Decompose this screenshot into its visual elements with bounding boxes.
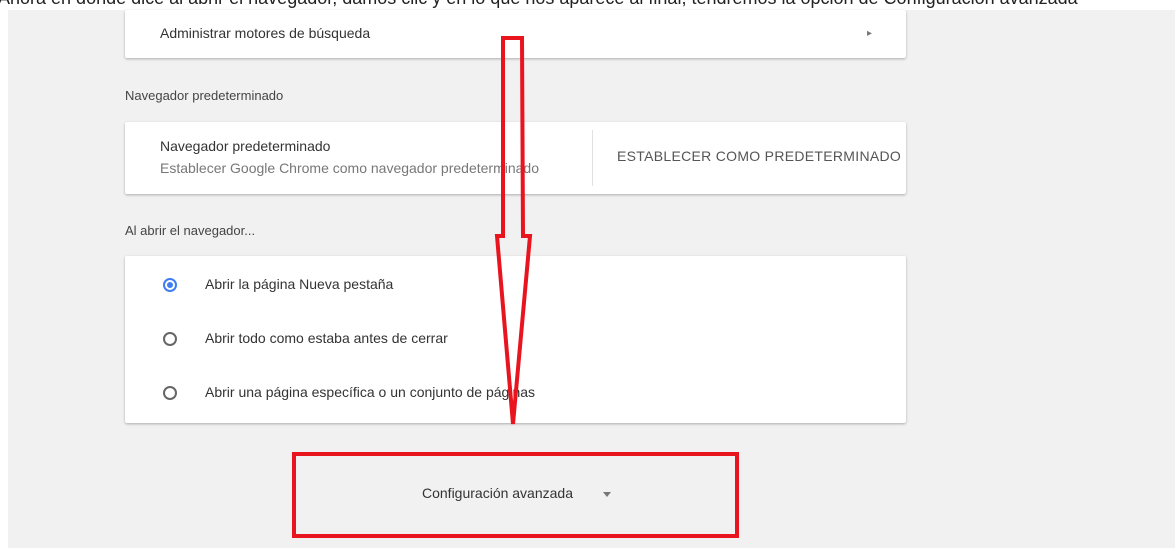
advanced-settings-label: Configuración avanzada — [422, 485, 573, 501]
chevron-right-icon: ▸ — [867, 28, 873, 39]
radio-new-tab[interactable] — [163, 278, 177, 292]
advanced-settings-toggle[interactable]: Configuración avanzada — [292, 452, 739, 538]
default-browser-card: Navegador predeterminado Establecer Goog… — [125, 122, 906, 194]
manage-search-engines-row[interactable]: Administrar motores de búsqueda ▸ — [125, 10, 906, 58]
default-browser-secondary: Establecer Google Chrome como navegador … — [160, 160, 539, 176]
default-browser-section-title: Navegador predeterminado — [125, 88, 284, 103]
radio-continue[interactable] — [163, 332, 177, 346]
manage-search-engines-label: Administrar motores de búsqueda — [160, 25, 371, 41]
cropped-instruction-text: Ahora en donde dice al abrir el navegado… — [0, 0, 1175, 8]
default-browser-primary: Navegador predeterminado — [160, 138, 331, 154]
startup-option-label: Abrir todo como estaba antes de cerrar — [205, 330, 448, 346]
on-startup-section-title: Al abrir el navegador... — [125, 223, 256, 238]
startup-option-label: Abrir una página específica o un conjunt… — [205, 384, 536, 400]
set-default-button[interactable]: ESTABLECER COMO PREDETERMINADO — [617, 148, 901, 164]
top-strip: Ahora en donde dice al abrir el navegado… — [0, 0, 1175, 10]
caret-down-icon — [603, 492, 611, 497]
divider — [592, 130, 593, 186]
radio-specific-pages[interactable] — [163, 386, 177, 400]
startup-option-label: Abrir la página Nueva pestaña — [205, 276, 394, 292]
on-startup-card: Abrir la página Nueva pestaña Abrir todo… — [125, 256, 906, 423]
